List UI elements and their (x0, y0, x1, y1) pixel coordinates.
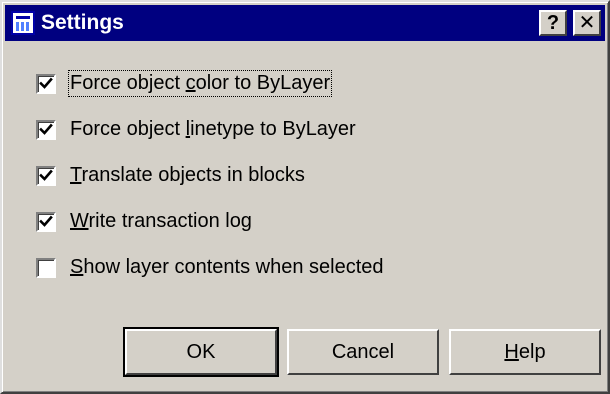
checkbox[interactable] (36, 211, 56, 232)
dialog-title: Settings (41, 11, 124, 34)
checkmark-icon (39, 215, 53, 227)
help-caption-button[interactable]: ? (539, 10, 567, 36)
dialog-content: Force object color to ByLayer Force obje… (2, 42, 608, 392)
checkbox[interactable] (36, 119, 56, 140)
option-force-color[interactable]: Force object color to ByLayer (36, 70, 333, 97)
checkmark-icon (39, 169, 53, 181)
option-write-log[interactable]: Write transaction log (36, 210, 252, 233)
help-button[interactable]: Help (449, 329, 601, 375)
option-force-linetype[interactable]: Force object linetype to ByLayer (36, 118, 356, 141)
option-translate-blocks[interactable]: Translate objects in blocks (36, 164, 305, 187)
settings-dialog: Settings ? ✕ Force object color to ByLay… (0, 0, 610, 394)
option-label: Show layer contents when selected (70, 256, 384, 278)
cancel-button[interactable]: Cancel (287, 329, 439, 375)
checkbox[interactable] (36, 73, 56, 94)
title-bar[interactable]: Settings ? ✕ (5, 5, 605, 41)
close-button[interactable]: ✕ (573, 10, 601, 36)
option-label: Write transaction log (70, 210, 252, 232)
checkbox[interactable] (36, 165, 56, 186)
app-icon (11, 11, 35, 35)
ok-button[interactable]: OK (125, 329, 277, 375)
checkmark-icon (39, 123, 53, 135)
option-show-layer-contents[interactable]: Show layer contents when selected (36, 256, 384, 279)
checkbox[interactable] (36, 257, 56, 278)
option-label: Translate objects in blocks (70, 164, 305, 186)
option-label: Force object linetype to ByLayer (70, 118, 356, 140)
checkmark-icon (39, 77, 53, 89)
option-label: Force object color to ByLayer (67, 70, 333, 97)
